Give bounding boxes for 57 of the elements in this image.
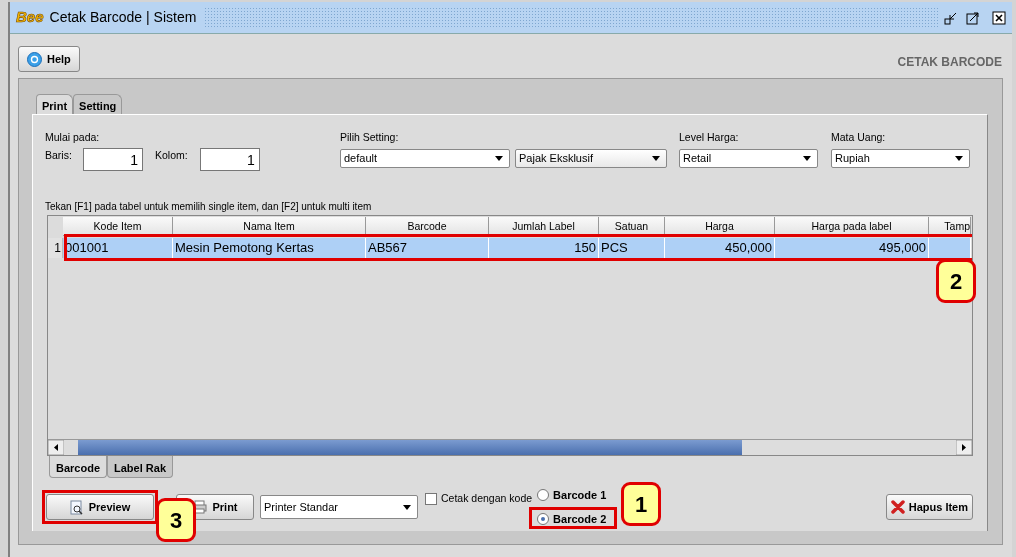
number-field[interactable]: 1 xyxy=(199,148,260,171)
app-logo: Bee xyxy=(16,7,44,28)
callout-marker: 2 xyxy=(936,259,976,303)
number-field[interactable]: 1 xyxy=(83,148,143,171)
row-number: 1 xyxy=(48,238,63,258)
magnifier-page-icon xyxy=(69,499,84,515)
hint-text: Tekan [F1] pada tabel untuk memilih single item, dan [F2] untuk multi item xyxy=(44,200,373,214)
tab[interactable]: Barcode xyxy=(49,456,108,478)
dropdown[interactable]: Pajak Eksklusif xyxy=(515,149,667,168)
table-cell: 150 xyxy=(489,238,599,258)
field-label: Baris: xyxy=(45,148,73,163)
field-label: Pilih Setting: xyxy=(340,130,400,145)
caret-icon xyxy=(403,504,411,510)
radio-label: Barcode 2 xyxy=(553,512,607,527)
checkbox-label: Cetak dengan kode xyxy=(441,491,533,506)
table-cell: PCS xyxy=(599,238,665,258)
field-label: Mata Uang: xyxy=(831,130,887,145)
caret-icon xyxy=(803,156,811,161)
table-cell: 450,000 xyxy=(665,238,775,258)
right-arrow-icon xyxy=(956,440,972,455)
table-cell: Mesin Pemotong Kertas xyxy=(173,238,366,258)
checkbox[interactable] xyxy=(425,492,437,505)
callout-marker: 1 xyxy=(621,482,662,526)
caret-icon xyxy=(955,156,963,161)
preview-button[interactable]: Preview xyxy=(46,494,154,520)
minimize-icon xyxy=(944,10,958,25)
printer-dropdown[interactable]: Printer Standar xyxy=(260,495,418,519)
maximize-icon xyxy=(966,10,980,25)
callout-marker: 3 xyxy=(156,498,196,542)
dropdown[interactable]: default xyxy=(340,149,510,168)
tab[interactable]: Print xyxy=(36,94,74,114)
printer-icon xyxy=(192,500,208,514)
table-cell: 495,000 xyxy=(775,238,929,258)
horizontal-scrollbar[interactable] xyxy=(48,439,972,455)
field-label: Kolom: xyxy=(155,148,188,163)
field-label: Mulai pada: xyxy=(45,130,101,144)
radio-label: Barcode 1 xyxy=(553,487,607,503)
window-title: Cetak Barcode | Sistem xyxy=(49,8,197,27)
radio-button[interactable] xyxy=(537,488,550,501)
radio-button[interactable] xyxy=(537,513,550,526)
help-icon xyxy=(27,51,42,67)
left-arrow-icon xyxy=(48,440,64,455)
tab[interactable]: Setting xyxy=(73,94,123,114)
column-header[interactable]: Kode Item xyxy=(63,217,173,236)
cross-icon xyxy=(890,500,905,514)
field-label: Level Harga: xyxy=(679,130,740,145)
caret-icon xyxy=(652,156,660,161)
table-cell: AB567 xyxy=(366,238,489,258)
help-button[interactable]: Help xyxy=(18,46,80,72)
table-cell xyxy=(929,238,971,258)
dropdown[interactable]: Rupiah xyxy=(831,149,970,168)
tab[interactable]: Label Rak xyxy=(107,456,173,478)
close-icon xyxy=(992,10,1006,25)
page-title: CETAK BARCODE xyxy=(897,54,1002,71)
caret-icon xyxy=(495,156,503,161)
delete-button[interactable]: Hapus Item xyxy=(885,494,973,520)
dropdown[interactable]: Retail xyxy=(679,149,818,168)
